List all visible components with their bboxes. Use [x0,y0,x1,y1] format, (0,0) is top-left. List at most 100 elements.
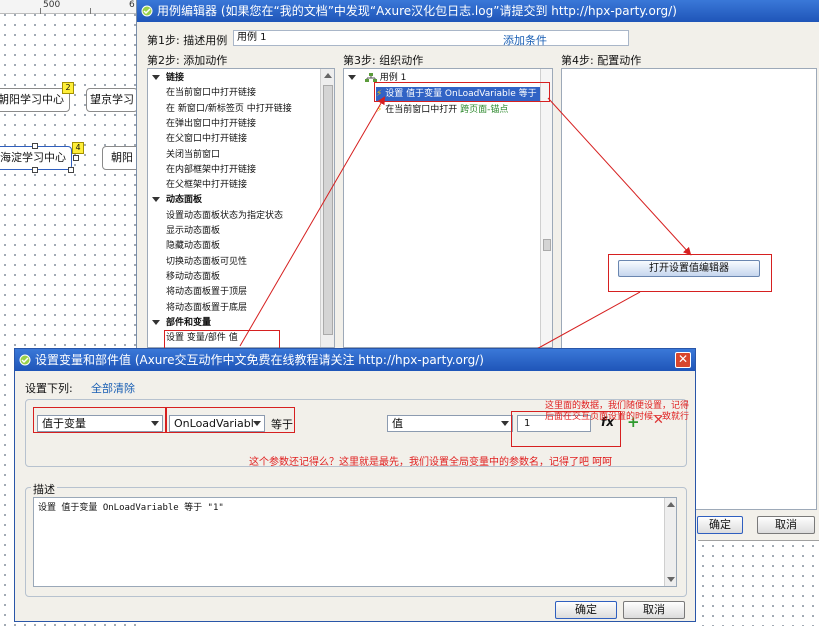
value-type-select[interactable]: 值 [387,415,513,432]
scroll-thumb[interactable] [323,85,333,335]
case-tree-icon [364,72,377,82]
resize-handle[interactable] [73,155,79,161]
scroll-grip-icon[interactable] [543,239,551,251]
action-item[interactable]: 将动态面板置于顶层 [152,285,247,299]
close-icon[interactable]: ✕ [675,352,691,368]
action-label: 将动态面板置于底层 [166,302,248,313]
case-editor-titlebar[interactable]: 用例编辑器 (如果您在“我的文档”中发现“Axure汉化包日志.log”请提交到… [137,0,819,22]
equals-label: 等于 [271,418,293,431]
organize-scrollbar[interactable] [540,69,552,347]
dialog-ok-button[interactable]: 确定 [555,601,617,619]
widget-badge: 2 [62,82,74,94]
organize-actions-tree[interactable]: 用例 1 ⚡ 设置 值于变量 OnLoadVariable 等于 ⚡ 在当前窗口… [343,68,553,348]
target-type-select[interactable]: 值于变量 [37,415,163,432]
action-label: 动态面板 [166,195,203,206]
action-set-variable[interactable]: ⚡ 设置 值于变量 OnLoadVariable 等于 [376,87,552,101]
annotation-top: 这里面的数据，我们随便设置，记得后面在交互页面设置的时候一致就行 [545,401,690,422]
case-node[interactable]: 用例 1 [348,71,406,85]
chevron-down-icon [253,421,261,426]
case-editor-title: 用例编辑器 (如果您在“我的文档”中发现“Axure汉化包日志.log”请提交到… [157,4,677,18]
open-value-editor-button[interactable]: 打开设置值编辑器 [618,260,760,277]
action-label: 链接 [166,73,185,83]
case-cancel-button[interactable]: 取消 [757,516,815,534]
action-label: 切换动态面板可见性 [166,256,248,267]
action-item[interactable]: 在 新窗口/新标签页 中打开链接 [152,102,292,116]
set-variable-titlebar[interactable]: 设置变量和部件值 (Axure交互动作中文免费在线教程请关注 http://hp… [15,349,695,371]
resize-handle[interactable] [32,167,38,173]
action-label: 在当前窗口中打开链接 [166,88,257,99]
action-item[interactable]: 在父框架中打开链接 [152,178,247,192]
action-item[interactable]: 设置 变量/部件 值 [152,331,238,345]
scroll-down-icon[interactable] [667,577,675,582]
actions-scrollbar[interactable] [320,69,334,347]
design-canvas-lower[interactable] [698,540,819,626]
ruler-label: 500 [43,0,61,10]
axure-logo-icon [19,354,31,366]
action-category[interactable]: 动态面板 [152,193,202,207]
actions-tree[interactable]: 链接在当前窗口中打开链接在 新窗口/新标签页 中打开链接在弹出窗口中打开链接 在父… [147,68,335,348]
action-category[interactable]: 链接 [152,71,184,85]
step3-label: 第3步: 组织动作 [343,54,424,67]
action-item[interactable]: 在当前窗口中打开链接 [152,86,256,100]
collapse-icon[interactable] [152,319,160,325]
action-open-link[interactable]: ⚡ 在当前窗口中打开 跨页面-锚点 [376,103,508,117]
action-label: 在 新窗口/新标签页 中打开链接 [166,103,292,114]
action-item[interactable]: 在弹出窗口中打开链接 [152,117,256,131]
ruler-tick [40,8,41,14]
action-category[interactable]: 部件和变量 [152,316,211,330]
action-item[interactable]: 关闭当前窗口 [152,148,220,162]
annotation-bottom: 这个参数还记得么？这里就是最先，我们设置全局变量中的参数名，记得了吧 呵呵 [249,457,613,468]
step2-label: 第2步: 添加动作 [147,54,228,67]
ruler-label: 6 [129,0,135,10]
action-item[interactable]: 显示动态面板 [152,224,220,238]
lightning-icon: ⚡ [376,105,383,115]
action-item[interactable]: 在父窗口中打开链接 [152,132,247,146]
step1-label: 第1步: 描述用例 [147,34,228,47]
case-ok-button[interactable]: 确定 [697,516,743,534]
collapse-icon[interactable] [152,197,160,203]
action-label: 将动态面板置于顶层 [166,287,248,298]
axure-logo-icon [141,5,153,17]
description-scrollbar[interactable] [664,498,676,586]
widget-badge: 4 [72,142,84,154]
set-variable-dialog: 设置变量和部件值 (Axure交互动作中文免费在线教程请关注 http://hp… [14,348,696,622]
lightning-icon: ⚡ [376,89,383,99]
action-item[interactable]: 切换动态面板可见性 [152,255,247,269]
scroll-up-icon[interactable] [667,502,675,507]
step4-label: 第4步: 配置动作 [561,54,642,67]
action-label: 在父框架中打开链接 [166,180,248,191]
resize-handle[interactable] [68,167,74,173]
action-label: 关闭当前窗口 [166,149,221,160]
action-item[interactable]: 隐藏动态面板 [152,239,220,253]
collapse-icon[interactable] [152,75,160,80]
action-item[interactable]: 设置动态面板状态为指定状态 [152,209,283,223]
action-item[interactable]: 在内部框架中打开链接 [152,163,256,177]
action-label: 在父窗口中打开链接 [166,134,248,145]
set-list-label: 设置下列: [25,382,73,395]
case-name-input[interactable]: 用例 1 [233,30,629,46]
action-label: 在内部框架中打开链接 [166,164,257,175]
action-item[interactable]: 将动态面板置于底层 [152,301,247,315]
chevron-down-icon [151,421,159,426]
chevron-down-icon [501,421,509,426]
widget-chaoyang-center[interactable]: 朝阳学习中心 [0,88,70,112]
dialog-cancel-button[interactable]: 取消 [623,601,685,619]
action-label: 隐藏动态面板 [166,241,221,252]
widget-wangjing[interactable]: 望京学习 [86,88,138,112]
collapse-icon[interactable] [348,75,356,80]
scroll-up-icon[interactable] [324,73,332,78]
clear-all-link[interactable]: 全部清除 [91,380,135,396]
horizontal-ruler: 500 6 [0,0,140,14]
action-label: 设置动态面板状态为指定状态 [166,210,284,221]
dialog-title: 设置变量和部件值 (Axure交互动作中文免费在线教程请关注 http://hp… [35,353,484,367]
action-label: 显示动态面板 [166,226,221,236]
add-condition-link[interactable]: 添加条件 [503,32,547,48]
action-label: 部件和变量 [166,317,212,328]
action-label: 移动动态面板 [166,271,221,282]
action-item[interactable]: 移动动态面板 [152,270,220,284]
description-textarea[interactable]: 设置 值于变量 OnLoadVariable 等于 "1" [33,497,677,587]
variable-select[interactable]: OnLoadVariabl [169,415,265,432]
description-label: 描述 [31,481,57,497]
ruler-tick [90,8,91,14]
resize-handle[interactable] [32,143,38,149]
